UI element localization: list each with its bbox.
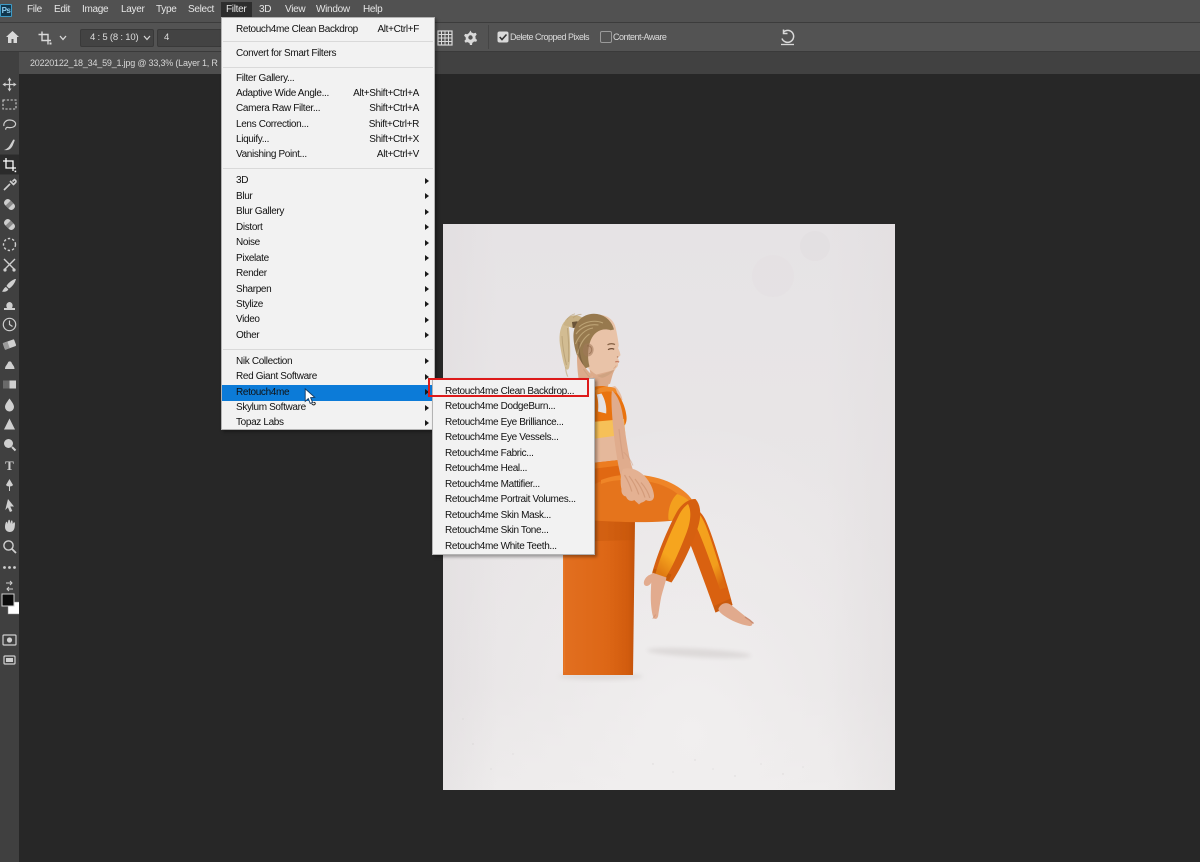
svg-text:T: T <box>5 458 14 473</box>
